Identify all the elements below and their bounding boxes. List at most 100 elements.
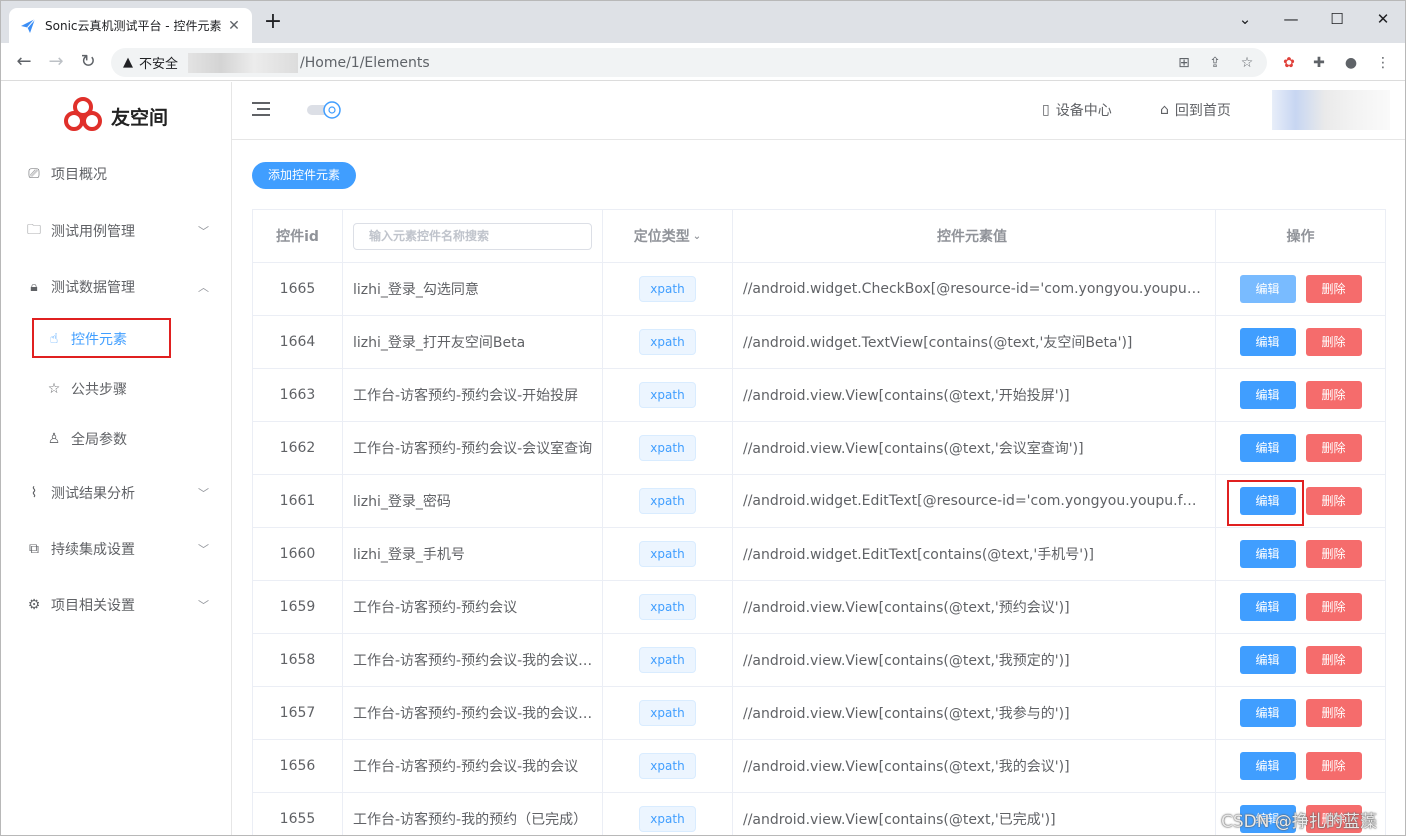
type-tag: xpath xyxy=(639,488,696,514)
type-tag: xpath xyxy=(639,541,696,567)
menu-label: 项目相关设置 xyxy=(51,598,135,614)
reload-icon[interactable]: ↻ xyxy=(75,49,101,75)
mobile-phone-icon: ▯ xyxy=(1042,102,1050,118)
chevron-down-icon: ﹀ xyxy=(198,599,209,612)
delete-button[interactable]: 删除 xyxy=(1305,275,1362,303)
menu-item-testcase[interactable]: 🗀 测试用例管理 ﹀ xyxy=(1,211,231,251)
menu-item-overview[interactable]: ⎚ 项目概况 xyxy=(1,154,231,194)
element-value: //android.view.View[contains(@text,'开始投屏… xyxy=(743,388,1070,404)
tab-strip: Sonic云真机测试平台 - 控件元素 ✕ + ⌄ — ☐ ✕ xyxy=(1,1,1405,43)
delete-button[interactable]: 删除 xyxy=(1305,434,1362,462)
menu-collapse-icon[interactable] xyxy=(252,102,270,116)
cell-id: 1661 xyxy=(253,475,343,527)
delete-button[interactable]: 删除 xyxy=(1305,328,1362,356)
back-icon[interactable]: ← xyxy=(11,49,37,75)
avatar[interactable] xyxy=(1272,90,1390,130)
tab-search-icon[interactable]: ⌄ xyxy=(1229,7,1261,31)
edit-button[interactable]: 编辑 xyxy=(1239,434,1296,462)
type-tag: xpath xyxy=(639,382,696,408)
browser-tab[interactable]: Sonic云真机测试平台 - 控件元素 ✕ xyxy=(9,8,252,43)
element-value: //android.view.View[contains(@text,'我预定的… xyxy=(743,653,1070,669)
menu-label: 持续集成设置 xyxy=(51,542,135,558)
logo[interactable]: 友空间 xyxy=(63,96,168,136)
edit-button[interactable]: 编辑 xyxy=(1239,593,1296,621)
sub-item-steps[interactable]: ☆ 公共步骤 xyxy=(1,369,231,409)
element-value: //android.view.View[contains(@text,'会议室查… xyxy=(743,441,1084,457)
cell-name: 工作台-访客预约-我的预约（已完成） xyxy=(343,793,603,835)
theme-toggle[interactable] xyxy=(306,100,342,120)
menu-item-settings[interactable]: ⚙ 项目相关设置 ﹀ xyxy=(1,585,231,625)
menu-item-ci[interactable]: ⧉ 持续集成设置 ﹀ xyxy=(1,529,231,569)
search-input[interactable]: 输入元素控件名称搜索 xyxy=(353,222,592,250)
delete-button[interactable]: 删除 xyxy=(1305,540,1362,568)
cell-value: //android.view.View[contains(@text,'会议室查… xyxy=(733,422,1216,474)
cell-name: 工作台-访客预约-预约会议 xyxy=(343,581,603,633)
edit-button[interactable]: 编辑 xyxy=(1239,699,1296,727)
cell-value: //android.view.View[contains(@text,'开始投屏… xyxy=(733,369,1216,421)
sub-item-globals[interactable]: ♙ 全局参数 xyxy=(1,419,231,459)
add-element-button[interactable]: 添加控件元素 xyxy=(252,162,356,189)
delete-button[interactable]: 删除 xyxy=(1305,487,1362,515)
cell-ops: 编辑 删除 xyxy=(1216,581,1385,633)
edit-button[interactable]: 编辑 xyxy=(1239,752,1296,780)
forward-icon[interactable]: → xyxy=(43,49,69,75)
cell-id: 1664 xyxy=(253,316,343,368)
edit-button[interactable]: 编辑 xyxy=(1239,381,1296,409)
edit-button[interactable]: 编辑 xyxy=(1239,275,1296,303)
browser-toolbar: ← → ↻ ▲ 不安全 /Home/1/Elements ⊞ ⇪ ☆ ✿ ✚ ●… xyxy=(1,43,1405,81)
cell-type: xpath xyxy=(603,740,733,792)
delete-button[interactable]: 删除 xyxy=(1305,646,1362,674)
link-icon: ⧉ xyxy=(29,541,39,557)
element-name: 工作台-访客预约-预约会议-我的会议-我参与的 xyxy=(353,706,594,722)
new-tab-button[interactable]: + xyxy=(261,11,285,35)
home-link[interactable]: ⌂ 回到首页 xyxy=(1160,100,1231,120)
menu-item-results[interactable]: ⌇ 测试结果分析 ﹀ xyxy=(1,473,231,513)
cell-name: 工作台-访客预约-预约会议-开始投屏 xyxy=(343,369,603,421)
puzzle-icon[interactable]: ✚ xyxy=(1309,53,1329,73)
delete-button[interactable]: 删除 xyxy=(1305,699,1362,727)
logo-text: 友空间 xyxy=(111,106,169,129)
profile-icon[interactable]: ● xyxy=(1341,53,1361,73)
translate-icon[interactable]: ⊞ xyxy=(1174,53,1194,73)
cell-id: 1657 xyxy=(253,687,343,739)
device-center-link[interactable]: ▯ 设备中心 xyxy=(1042,100,1112,120)
cell-value: //android.widget.EditText[@resource-id='… xyxy=(733,475,1216,527)
element-name: 工作台-访客预约-预约会议-我的会议-我预定的 xyxy=(353,653,594,669)
col-ops-header: 操作 xyxy=(1286,229,1315,245)
extension-red-icon[interactable]: ✿ xyxy=(1279,53,1299,73)
address-bar[interactable]: ▲ 不安全 /Home/1/Elements xyxy=(111,48,1267,77)
cell-name: lizhi_登录_勾选同意 xyxy=(343,263,603,315)
menu-item-testdata[interactable]: 🔒︎ 测试数据管理 ︿ xyxy=(1,267,231,307)
share-icon[interactable]: ⇪ xyxy=(1205,53,1225,73)
table-row: 1664 lizhi_登录_打开友空间Beta xpath //android.wid… xyxy=(253,316,1385,369)
close-tab-icon[interactable]: ✕ xyxy=(226,18,242,34)
blurred-host xyxy=(188,52,299,73)
element-value: //android.view.View[contains(@text,'已完成'… xyxy=(743,812,1056,828)
chevron-up-icon: ︿ xyxy=(198,281,209,294)
delete-button[interactable]: 删除 xyxy=(1305,593,1362,621)
element-name: 工作台-访客预约-我的预约（已完成） xyxy=(353,812,588,828)
edit-button[interactable]: 编辑 xyxy=(1239,540,1296,568)
edit-button[interactable]: 编辑 xyxy=(1239,328,1296,356)
cell-ops: 编辑 删除 xyxy=(1216,528,1385,580)
url-path: /Home/1/Elements xyxy=(300,54,430,71)
table-row: 1661 lizhi_登录_密码 xpath //android.widget.Edi… xyxy=(253,475,1385,528)
home-label: 回到首页 xyxy=(1174,103,1231,119)
more-menu-icon[interactable]: ⋮ xyxy=(1373,53,1393,73)
element-value: //android.widget.EditText[contains(@text… xyxy=(743,547,1094,563)
table-header: 控件id 输入元素控件名称搜索 定位类型 ⌄ 控件元素值 操作 xyxy=(253,210,1385,263)
warning-icon[interactable]: ▲ xyxy=(123,55,133,70)
minimize-icon[interactable]: — xyxy=(1275,7,1307,31)
element-value: //android.widget.CheckBox[@resource-id='… xyxy=(743,281,1201,297)
bookmark-star-icon[interactable]: ☆ xyxy=(1237,53,1257,73)
close-window-icon[interactable]: ✕ xyxy=(1367,7,1399,31)
element-name: 工作台-访客预约-预约会议-我的会议 xyxy=(353,759,579,775)
delete-button[interactable]: 删除 xyxy=(1305,752,1362,780)
element-value: //android.view.View[contains(@text,'预约会议… xyxy=(743,600,1070,616)
maximize-icon[interactable]: ☐ xyxy=(1321,7,1353,31)
user-icon: ♙ xyxy=(47,431,61,447)
edit-button[interactable]: 编辑 xyxy=(1239,646,1296,674)
insecure-label: 不安全 xyxy=(139,57,179,72)
delete-button[interactable]: 删除 xyxy=(1305,381,1362,409)
col-type-header[interactable]: 定位类型 ⌄ xyxy=(603,210,733,262)
